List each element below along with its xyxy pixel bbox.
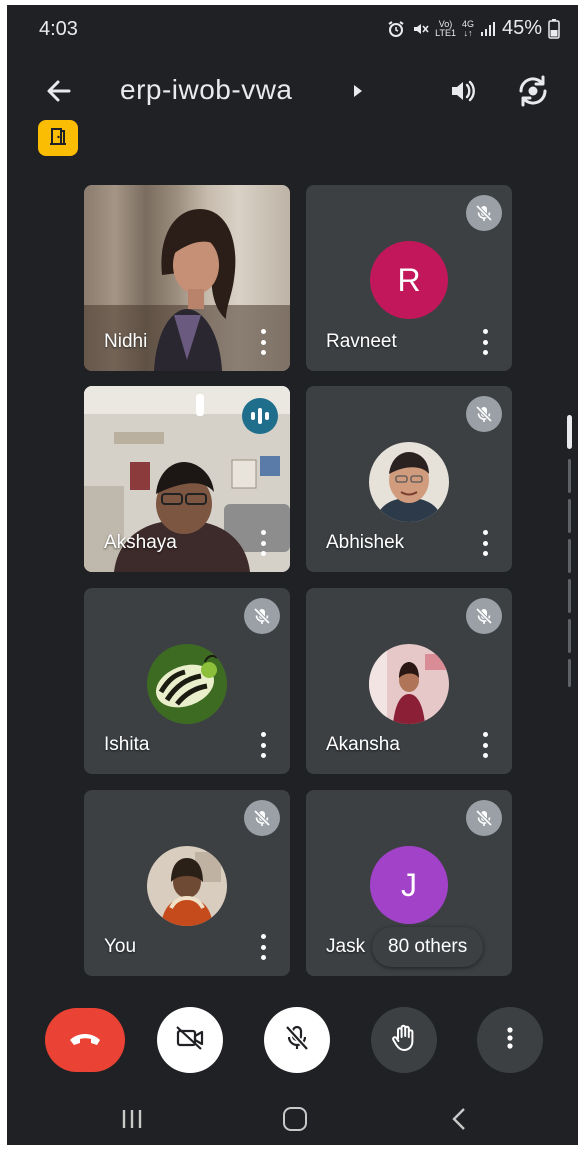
avatar: J xyxy=(370,846,448,924)
hand-icon xyxy=(391,1024,417,1057)
raise-hand-button[interactable] xyxy=(371,1007,437,1073)
scrollbar-segment xyxy=(568,619,571,653)
breakout-room-badge[interactable] xyxy=(38,120,78,156)
avatar xyxy=(369,442,449,522)
phone-hangup-icon xyxy=(68,1028,102,1053)
mic-off-icon xyxy=(466,396,502,432)
participant-name: Nidhi xyxy=(104,331,148,352)
mute-icon xyxy=(411,20,429,38)
data-arrows-label: ↓↑ xyxy=(463,27,473,38)
camera-toggle-button[interactable] xyxy=(157,1007,223,1073)
participant-name: You xyxy=(104,936,137,957)
mic-toggle-button[interactable] xyxy=(264,1007,330,1073)
meet-call-screen: 4:03 Vo) LTE1 4G ↓↑ 45% erp-iwob-vwa Nid… xyxy=(7,5,578,1145)
avatar xyxy=(369,644,449,724)
scrollbar[interactable] xyxy=(567,415,573,687)
alarm-icon xyxy=(387,20,405,38)
battery-icon xyxy=(548,18,560,39)
participant-tile[interactable]: Abhishek xyxy=(306,386,512,572)
status-bar: 4:03 Vo) LTE1 4G ↓↑ 45% xyxy=(7,5,578,49)
scrollbar-segment xyxy=(568,579,571,613)
mic-off-icon xyxy=(466,195,502,231)
signal-icon xyxy=(480,21,496,37)
participant-tile-active[interactable]: Akshaya xyxy=(84,386,290,572)
avatar: R xyxy=(370,241,448,319)
scrollbar-segment xyxy=(568,459,571,493)
more-vertical-icon[interactable] xyxy=(480,732,490,758)
video-off-icon xyxy=(175,1025,205,1056)
battery-percent: 45% xyxy=(501,17,542,39)
participant-tile[interactable]: Nidhi xyxy=(84,185,290,371)
more-options-button[interactable] xyxy=(477,1007,543,1073)
door-icon xyxy=(47,126,69,151)
avatar xyxy=(147,846,227,926)
more-vertical-icon[interactable] xyxy=(258,530,268,556)
meeting-code[interactable]: erp-iwob-vwa xyxy=(120,74,293,106)
participant-tile[interactable]: Ishita xyxy=(84,588,290,774)
avatar xyxy=(147,644,227,724)
mic-off-icon xyxy=(244,800,280,836)
participant-name: Akansha xyxy=(326,734,400,755)
home-icon[interactable] xyxy=(283,1107,307,1131)
mic-off-icon xyxy=(284,1024,310,1057)
mic-off-icon xyxy=(466,800,502,836)
participant-name: Jask xyxy=(326,936,366,957)
more-vertical-icon[interactable] xyxy=(258,329,268,355)
scrollbar-segment xyxy=(568,539,571,573)
more-vertical-icon[interactable] xyxy=(480,329,490,355)
volte-indicator: Vo) LTE1 xyxy=(435,19,456,38)
data-indicator: 4G ↓↑ xyxy=(462,19,474,38)
end-call-button[interactable] xyxy=(45,1008,125,1072)
participant-name: Ravneet xyxy=(326,331,397,352)
others-count-chip[interactable]: 80 others xyxy=(372,927,484,967)
participant-tile-self[interactable]: You xyxy=(84,790,290,976)
participant-tile[interactable]: R Ravneet xyxy=(306,185,512,371)
call-header: erp-iwob-vwa xyxy=(7,65,578,121)
arrow-left-icon[interactable] xyxy=(43,75,75,107)
volume-icon[interactable] xyxy=(445,73,481,109)
participant-name: Abhishek xyxy=(326,532,405,553)
audio-wave-icon xyxy=(242,398,278,434)
participant-name: Akshaya xyxy=(104,532,177,553)
more-vertical-icon xyxy=(506,1026,514,1055)
status-time: 4:03 xyxy=(39,18,78,40)
scrollbar-thumb[interactable] xyxy=(567,415,572,449)
system-nav-bar xyxy=(7,1095,578,1145)
caret-right-icon[interactable] xyxy=(352,83,364,99)
scrollbar-segment xyxy=(568,659,571,687)
back-icon[interactable] xyxy=(451,1107,467,1131)
more-vertical-icon[interactable] xyxy=(258,732,268,758)
participant-tile[interactable]: Akansha xyxy=(306,588,512,774)
mic-off-icon xyxy=(244,598,280,634)
more-vertical-icon[interactable] xyxy=(480,530,490,556)
camera-switch-icon[interactable] xyxy=(513,71,553,111)
network-bottom-label: LTE1 xyxy=(435,27,456,38)
recents-icon[interactable] xyxy=(121,1109,143,1129)
scrollbar-segment xyxy=(568,499,571,533)
status-icons: Vo) LTE1 4G ↓↑ 45% xyxy=(387,17,560,40)
mic-off-icon xyxy=(466,598,502,634)
more-vertical-icon[interactable] xyxy=(258,934,268,960)
participant-name: Ishita xyxy=(104,734,150,755)
